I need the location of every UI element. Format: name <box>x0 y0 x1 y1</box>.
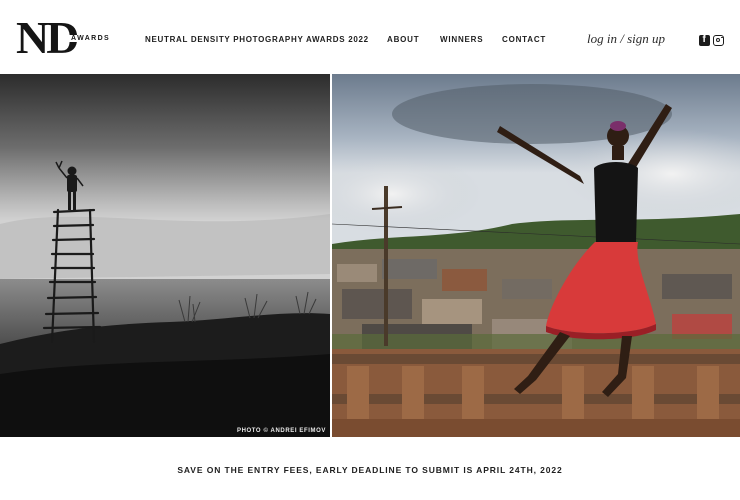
photo-ladder-bw[interactable]: PHOTO © ANDREI EFIMOV <box>0 74 330 437</box>
site-title[interactable]: NEUTRAL DENSITY PHOTOGRAPHY AWARDS 2022 <box>145 35 369 44</box>
nav-link-about[interactable]: ABOUT <box>387 35 419 44</box>
nav-link-contact[interactable]: CONTACT <box>502 35 546 44</box>
nd-awards-logo[interactable]: ND AWARDS <box>16 14 116 62</box>
hero-photo-gallery: PHOTO © ANDREI EFIMOV <box>0 74 740 437</box>
instagram-icon[interactable] <box>713 35 724 46</box>
logo-nd-letters: ND <box>16 12 79 63</box>
photo-ballerina-rails[interactable] <box>332 74 740 437</box>
early-deadline-banner: SAVE ON THE ENTRY FEES, EARLY DEADLINE T… <box>177 465 563 475</box>
facebook-icon[interactable]: f <box>699 34 710 46</box>
photo-credit: PHOTO © ANDREI EFIMOV <box>236 428 326 434</box>
site-header: ND AWARDS NEUTRAL DENSITY PHOTOGRAPHY AW… <box>0 0 740 74</box>
login-signup-link[interactable]: log in / sign up <box>587 31 665 47</box>
nav-link-winners[interactable]: WINNERS <box>440 35 483 44</box>
logo-awards-label: AWARDS <box>69 35 113 42</box>
